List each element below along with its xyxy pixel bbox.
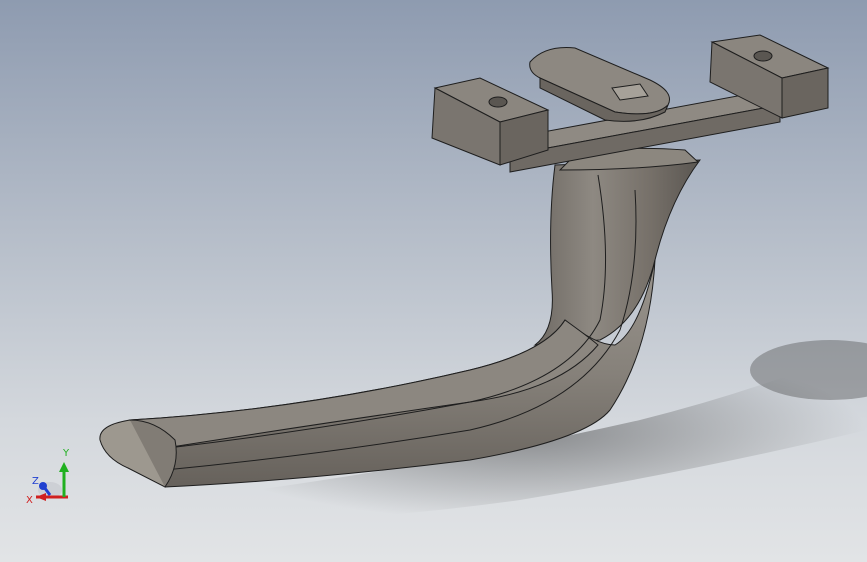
x-axis-label: X	[26, 495, 33, 506]
y-axis-arrowhead	[59, 462, 69, 472]
z-axis-label: Z	[32, 476, 39, 487]
left-screw-hole-icon	[488, 96, 508, 108]
3d-graphics-viewport[interactable]: X Y Z	[0, 0, 867, 562]
y-axis-label: Y	[62, 448, 70, 459]
swivel-tab[interactable]	[529, 47, 670, 115]
model-canvas[interactable]: X Y Z	[0, 0, 867, 562]
handle-neck	[533, 159, 702, 346]
right-screw-hole-icon	[753, 50, 773, 62]
coordinate-triad-icon: X Y Z	[26, 448, 70, 506]
